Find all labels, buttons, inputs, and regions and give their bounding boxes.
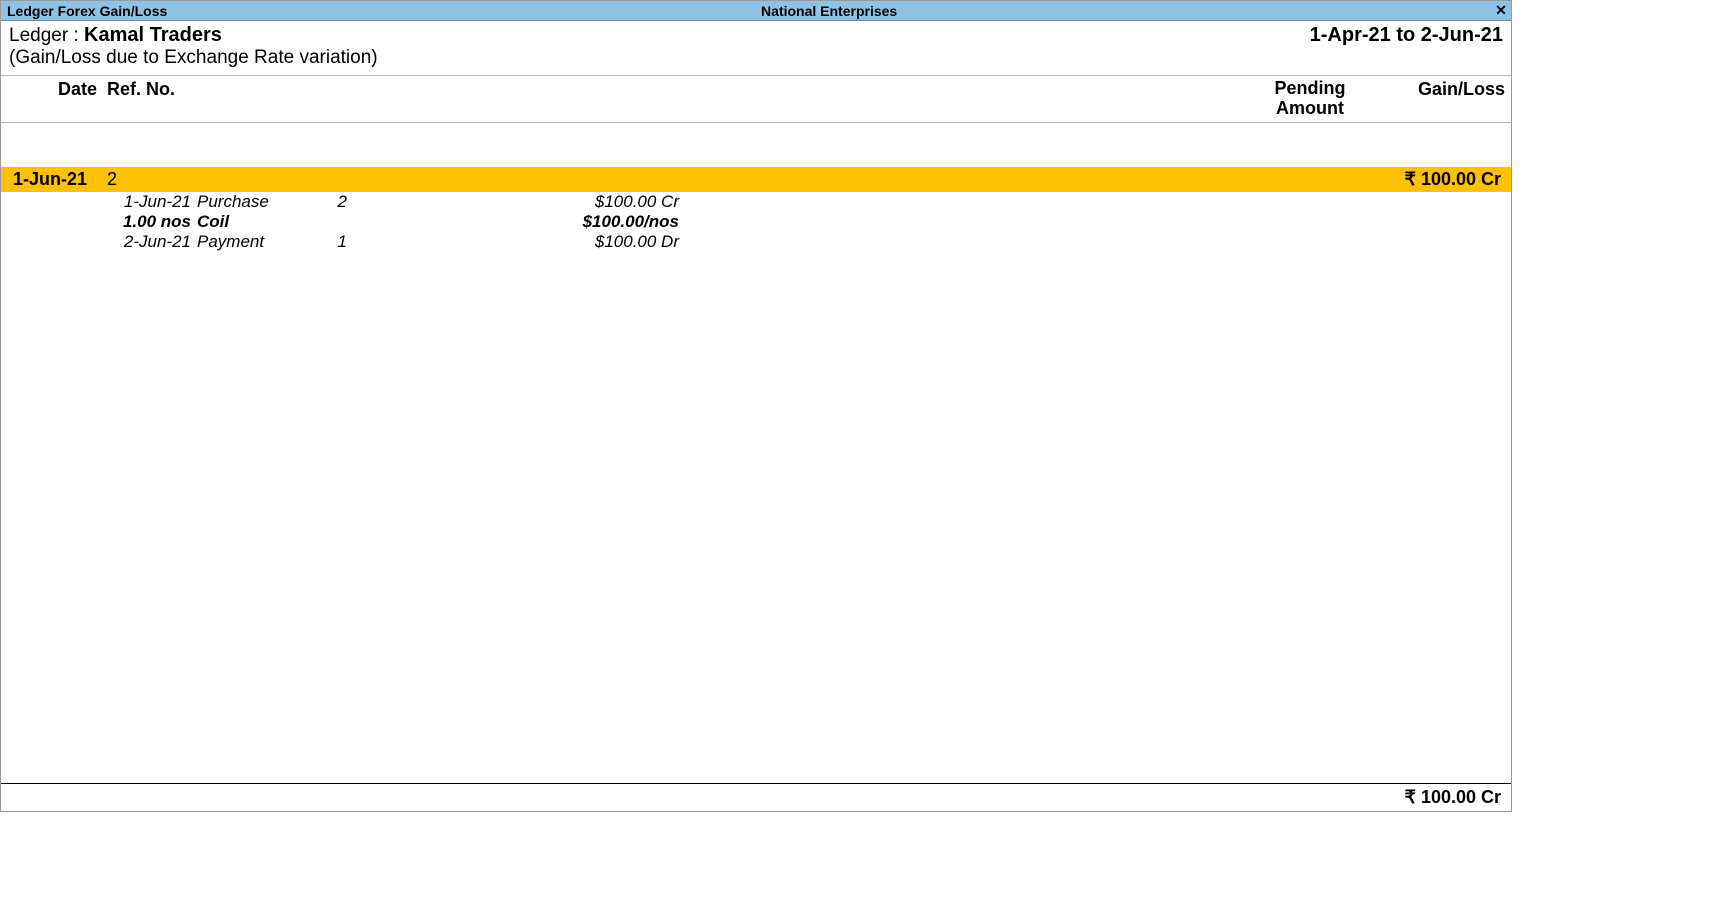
col-header-pending-line2: Amount (1245, 99, 1375, 119)
report-subtitle: (Gain/Loss due to Exchange Rate variatio… (9, 47, 1503, 69)
close-icon[interactable]: ✕ (1491, 2, 1511, 19)
app-window: Ledger Forex Gain/Loss National Enterpri… (0, 0, 1512, 812)
detail-num: 2 (307, 192, 347, 212)
detail-qty: 1.00 nos (107, 212, 197, 232)
voucher-amount: ₹ 100.00 Cr (1365, 169, 1505, 190)
detail-rate: $100.00/nos (347, 212, 697, 232)
col-header-ref: Ref. No. (107, 79, 307, 119)
col-header-pending-line1: Pending (1245, 79, 1375, 99)
col-header-gainloss: Gain/Loss (1375, 79, 1505, 119)
detail-date: 1-Jun-21 (107, 192, 197, 212)
detail-row: 1.00 nos Coil $100.00/nos (1, 212, 1511, 232)
report-period: 1-Apr-21 to 2-Jun-21 (1310, 24, 1503, 47)
ledger-label: Ledger : (9, 25, 84, 46)
detail-num (307, 212, 347, 232)
voucher-row-selected[interactable]: 1-Jun-21 2 ₹ 100.00 Cr (1, 167, 1511, 192)
detail-item: Coil (197, 212, 307, 232)
detail-row: 2-Jun-21 Payment 1 $100.00 Dr (1, 232, 1511, 252)
detail-row: 1-Jun-21 Purchase 2 $100.00 Cr (1, 192, 1511, 212)
voucher-date: 1-Jun-21 (7, 169, 107, 190)
column-headers: Date Ref. No. Pending Amount Gain/Loss (1, 76, 1511, 123)
detail-date: 2-Jun-21 (107, 232, 197, 252)
report-info-bar: Ledger : Kamal Traders 1-Apr-21 to 2-Jun… (1, 21, 1511, 76)
ledger-line: Ledger : Kamal Traders (9, 24, 222, 47)
title-bar-left: Ledger Forex Gain/Loss (1, 3, 167, 19)
footer-total-value: ₹ 100.00 Cr (1404, 787, 1501, 808)
spacer-row (1, 123, 1511, 167)
detail-value: $100.00 Cr (347, 192, 697, 212)
detail-type: Purchase (197, 192, 307, 212)
col-header-pending: Pending Amount (1245, 79, 1375, 119)
ledger-name: Kamal Traders (84, 24, 222, 46)
voucher-ref: 2 (107, 169, 307, 190)
col-header-date: Date (7, 79, 107, 119)
detail-num: 1 (307, 232, 347, 252)
detail-value: $100.00 Dr (347, 232, 697, 252)
title-bar: Ledger Forex Gain/Loss National Enterpri… (1, 1, 1511, 21)
detail-type: Payment (197, 232, 307, 252)
report-body[interactable]: 1-Jun-21 2 ₹ 100.00 Cr 1-Jun-21 Purchase… (1, 123, 1511, 783)
report-footer-total: ₹ 100.00 Cr (1, 783, 1511, 811)
title-bar-center: National Enterprises (167, 3, 1491, 19)
